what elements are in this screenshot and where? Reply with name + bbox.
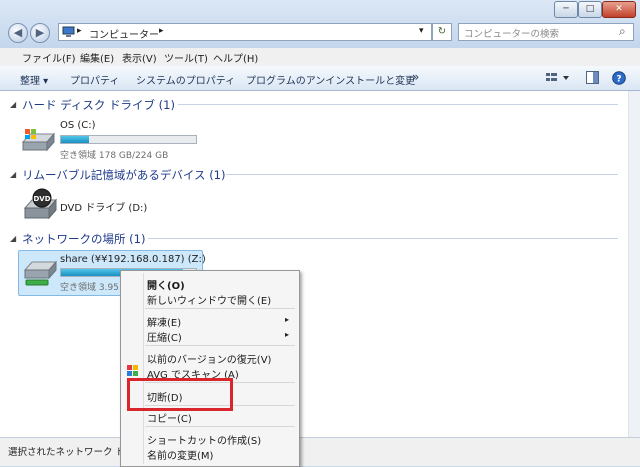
network-drive-icon[interactable] bbox=[22, 258, 58, 288]
status-bar: 選択されたネットワーク ド bbox=[0, 437, 640, 466]
command-bar: 整理 ▾ プロパティ システムのプロパティ プログラムのアンインストールと変更 … bbox=[0, 66, 640, 91]
help-icon[interactable]: ? bbox=[612, 71, 626, 85]
submenu-arrow-icon: ▸ bbox=[285, 330, 290, 339]
computer-icon bbox=[62, 26, 75, 37]
group-header-hdd[interactable]: ハード ディスク ドライブ (1) bbox=[22, 97, 175, 113]
breadcrumb-separator[interactable]: ▸ bbox=[77, 26, 82, 36]
search-icon[interactable]: ⌕ bbox=[619, 24, 626, 39]
uninstall-programs-button[interactable]: プログラムのアンインストールと変更 bbox=[246, 72, 415, 87]
drive-c-free-space: 空き領域 178 GB/224 GB bbox=[60, 151, 169, 161]
drive-c-usage-fill bbox=[61, 136, 89, 143]
view-options-icon[interactable] bbox=[545, 72, 571, 84]
menu-compress[interactable]: 圧縮(C) bbox=[147, 329, 182, 344]
system-properties-button[interactable]: システムのプロパティ bbox=[136, 72, 235, 87]
address-dropdown-icon[interactable]: ▾ bbox=[419, 26, 424, 36]
menu-separator bbox=[145, 426, 295, 427]
forward-button[interactable]: ▶ bbox=[30, 23, 50, 43]
preview-pane-icon[interactable] bbox=[586, 71, 599, 84]
status-text: 選択されたネットワーク ド bbox=[8, 447, 126, 458]
back-button[interactable]: ◀ bbox=[8, 23, 28, 43]
menu-create-shortcut[interactable]: ショートカットの作成(S) bbox=[147, 432, 261, 447]
collapse-network-icon[interactable]: ◢ bbox=[10, 234, 16, 243]
group-header-removable[interactable]: リムーバブル記憶域があるデバイス (1) bbox=[22, 167, 225, 183]
menu-separator bbox=[145, 308, 295, 309]
group-divider bbox=[148, 238, 618, 239]
dvd-drive-name[interactable]: DVD ドライブ (D:) bbox=[60, 199, 147, 214]
search-box[interactable]: コンピューターの検索 ⌕ bbox=[458, 23, 634, 41]
menu-edit[interactable]: 編集(E) bbox=[80, 50, 114, 65]
menu-file[interactable]: ファイル(F) bbox=[22, 50, 76, 65]
more-commands-button[interactable]: » bbox=[412, 70, 419, 84]
menu-rename[interactable]: 名前の変更(M) bbox=[147, 447, 213, 462]
menu-help[interactable]: ヘルプ(H) bbox=[213, 50, 258, 65]
menu-restore-previous[interactable]: 以前のバージョンの復元(V) bbox=[147, 351, 271, 366]
group-divider bbox=[226, 174, 618, 175]
collapse-removable-icon[interactable]: ◢ bbox=[10, 170, 16, 179]
menu-bar: ファイル(F) 編集(E) 表示(V) ツール(T) ヘルプ(H) bbox=[0, 48, 640, 67]
submenu-arrow-icon: ▸ bbox=[285, 315, 290, 324]
minimize-button[interactable]: ─ bbox=[554, 1, 578, 18]
dvd-drive-icon[interactable]: DVD bbox=[22, 188, 58, 222]
context-menu: 開く(O) 新しいウィンドウで開く(E) 解凍(E) ▸ 圧縮(C) ▸ 以前の… bbox=[120, 270, 300, 467]
highlight-box bbox=[127, 378, 233, 411]
organize-button[interactable]: 整理 ▾ bbox=[20, 72, 48, 87]
network-drive-name[interactable]: share (¥¥192.168.0.187) (Z:) bbox=[60, 254, 206, 265]
svg-text:?: ? bbox=[616, 75, 621, 85]
breadcrumb-computer[interactable]: コンピューター bbox=[89, 26, 159, 41]
properties-button[interactable]: プロパティ bbox=[70, 72, 119, 87]
breadcrumb-end-arrow[interactable]: ▸ bbox=[159, 26, 164, 36]
address-bar[interactable]: ▸ コンピューター ▸ ▾ bbox=[58, 23, 432, 41]
group-header-network[interactable]: ネットワークの場所 (1) bbox=[22, 231, 145, 247]
network-drive-free-space: 空き領域 3.95 bbox=[60, 283, 119, 293]
group-divider bbox=[178, 104, 618, 105]
menu-extract[interactable]: 解凍(E) bbox=[147, 314, 181, 329]
dvd-logo-text: DVD bbox=[33, 195, 50, 203]
collapse-hdd-icon[interactable]: ◢ bbox=[10, 100, 16, 109]
menu-open[interactable]: 開く(O) bbox=[147, 277, 185, 292]
drive-c-usage-bar bbox=[60, 135, 197, 144]
menu-separator bbox=[145, 345, 295, 346]
maximize-button[interactable]: □ bbox=[578, 1, 602, 18]
vertical-scrollbar[interactable] bbox=[628, 91, 640, 437]
menu-gutter bbox=[143, 273, 144, 464]
hard-drive-icon[interactable] bbox=[20, 128, 56, 154]
avg-icon bbox=[127, 365, 138, 376]
close-button[interactable]: ✕ bbox=[602, 1, 636, 18]
search-placeholder: コンピューターの検索 bbox=[464, 29, 560, 40]
menu-open-new-window[interactable]: 新しいウィンドウで開く(E) bbox=[147, 292, 271, 307]
menu-copy[interactable]: コピー(C) bbox=[147, 410, 192, 425]
refresh-button[interactable]: ↻ bbox=[432, 23, 452, 41]
drive-c-name[interactable]: OS (C:) bbox=[60, 120, 96, 131]
menu-tools[interactable]: ツール(T) bbox=[164, 50, 208, 65]
menu-view[interactable]: 表示(V) bbox=[122, 50, 157, 65]
